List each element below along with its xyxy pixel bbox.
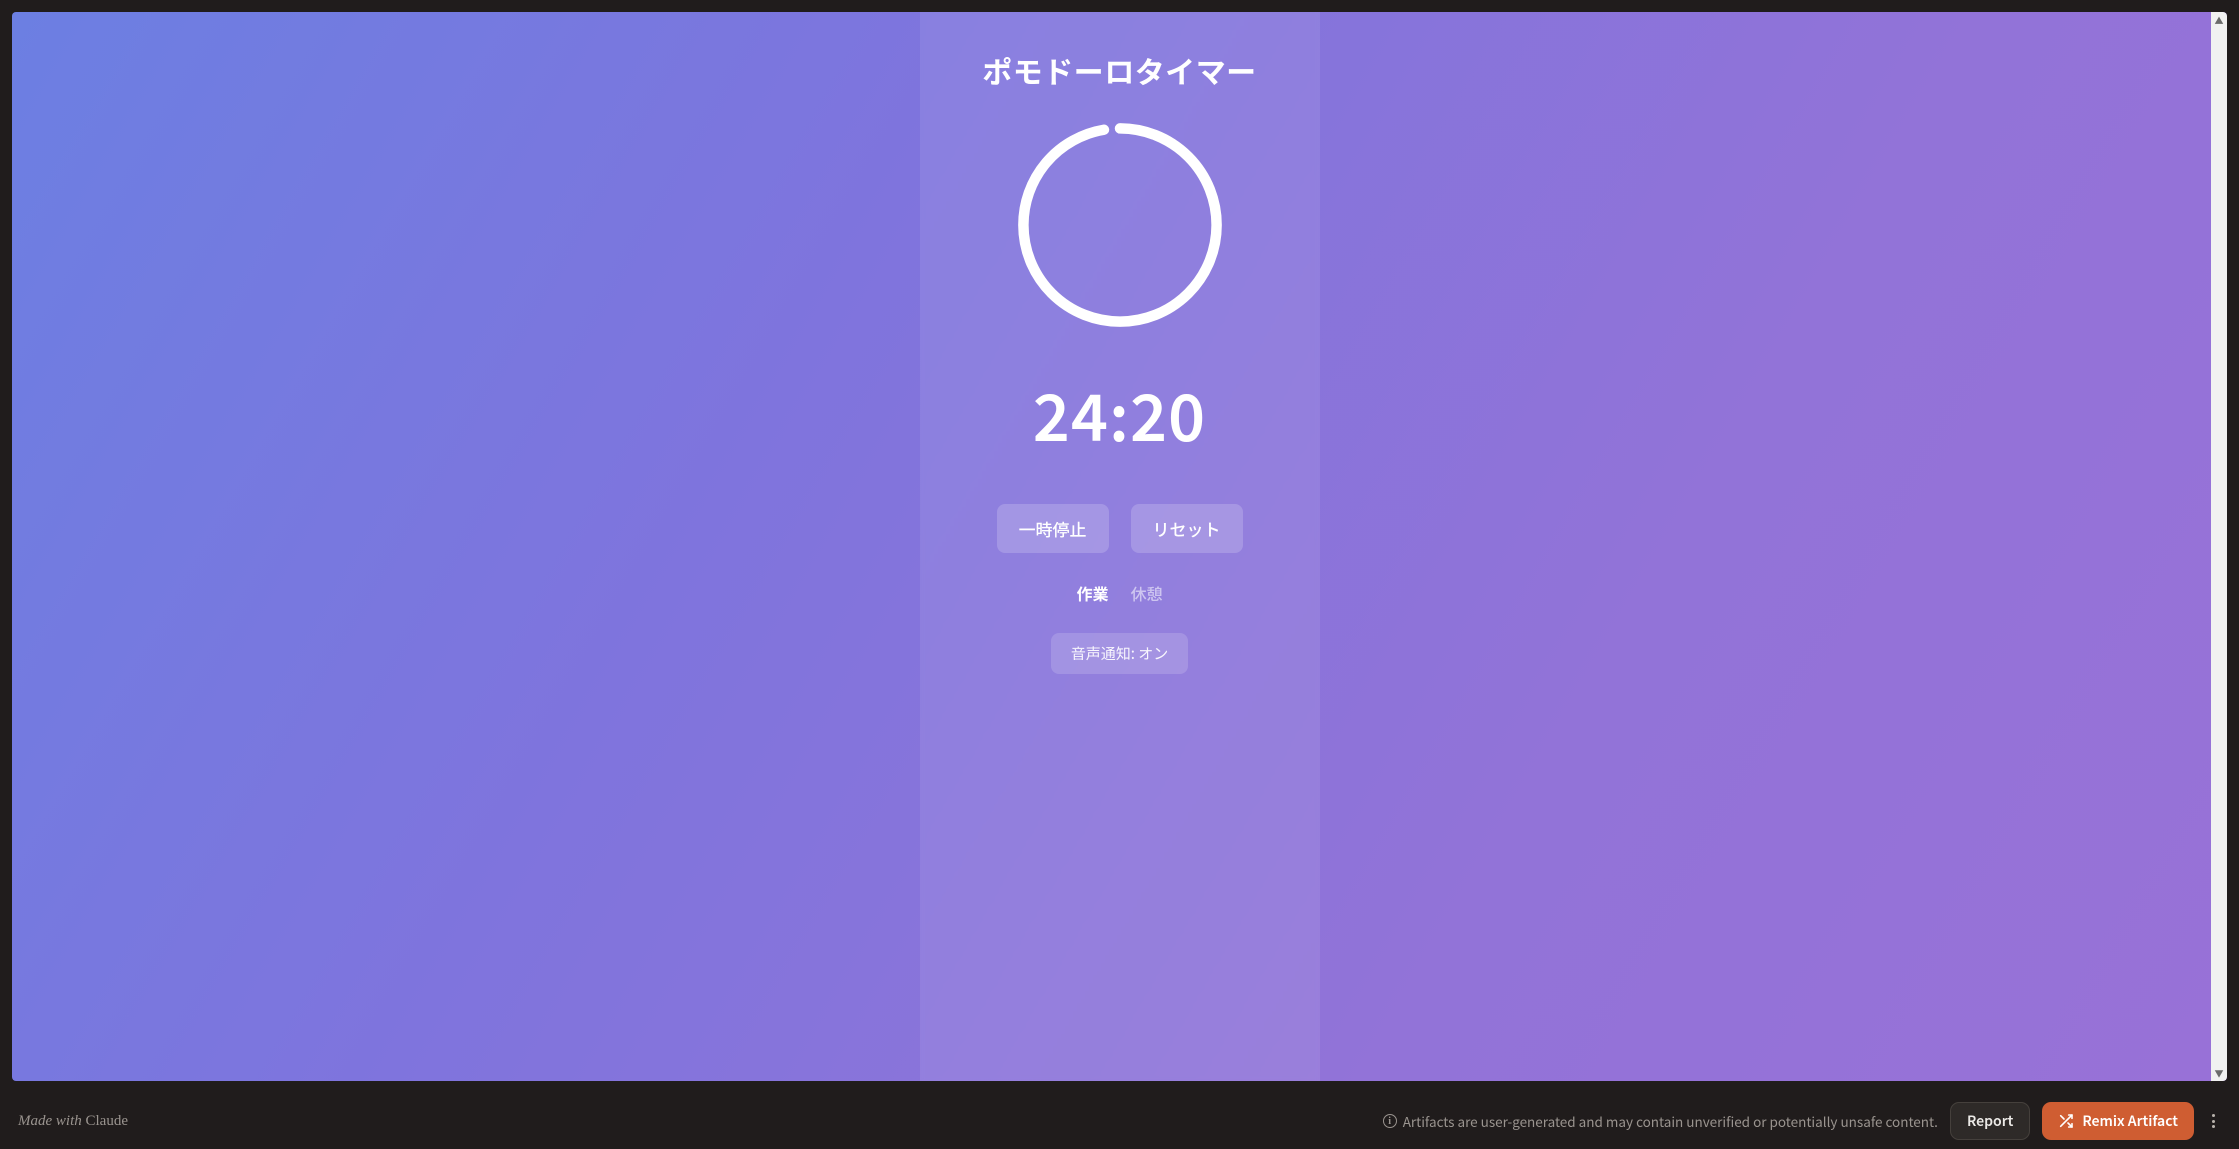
made-with-claude-link[interactable]: Made with Claude xyxy=(18,1113,128,1130)
made-with-prefix: Made with xyxy=(18,1113,86,1129)
report-button[interactable]: Report xyxy=(1950,1102,2030,1140)
mode-row: 作業 休憩 xyxy=(1076,581,1162,605)
mode-break[interactable]: 休憩 xyxy=(1131,581,1163,605)
app-frame: ポモドーロタイマー 24:20 一時停止 リセット 作業 休憩 音声通知: オン… xyxy=(0,0,2239,1093)
control-row: 一時停止 リセット xyxy=(997,504,1243,553)
remix-button[interactable]: Remix Artifact xyxy=(2042,1102,2194,1140)
mode-work[interactable]: 作業 xyxy=(1076,581,1108,605)
vertical-dots-icon xyxy=(2212,1114,2215,1128)
made-with-brand: Claude xyxy=(86,1113,129,1129)
warning-label: Artifacts are user-generated and may con… xyxy=(1403,1111,1938,1131)
progress-ring-svg xyxy=(1015,120,1225,330)
time-display: 24:20 xyxy=(1033,368,1206,460)
pomodoro-card: ポモドーロタイマー 24:20 一時停止 リセット 作業 休憩 音声通知: オン xyxy=(920,12,1320,1081)
reset-button[interactable]: リセット xyxy=(1131,504,1243,553)
scrollbar-up-icon[interactable]: ▲ xyxy=(2211,12,2227,28)
footer-bar: Made with Claude i Artifacts are user-ge… xyxy=(0,1093,2239,1149)
app-title: ポモドーロタイマー xyxy=(982,48,1257,92)
remix-label: Remix Artifact xyxy=(2082,1111,2178,1131)
progress-ring xyxy=(1015,120,1225,330)
pause-button[interactable]: 一時停止 xyxy=(997,504,1109,553)
shuffle-icon xyxy=(2058,1113,2074,1129)
progress-arc xyxy=(1023,128,1216,321)
scrollbar-down-icon[interactable]: ▼ xyxy=(2211,1065,2227,1081)
sound-toggle-button[interactable]: 音声通知: オン xyxy=(1051,633,1189,674)
warning-text: i Artifacts are user-generated and may c… xyxy=(1383,1111,1938,1131)
artifact-viewport: ポモドーロタイマー 24:20 一時停止 リセット 作業 休憩 音声通知: オン… xyxy=(12,12,2227,1081)
scrollbar[interactable]: ▲ ▼ xyxy=(2211,12,2227,1081)
more-menu-button[interactable] xyxy=(2206,1108,2221,1134)
info-icon: i xyxy=(1383,1114,1397,1128)
